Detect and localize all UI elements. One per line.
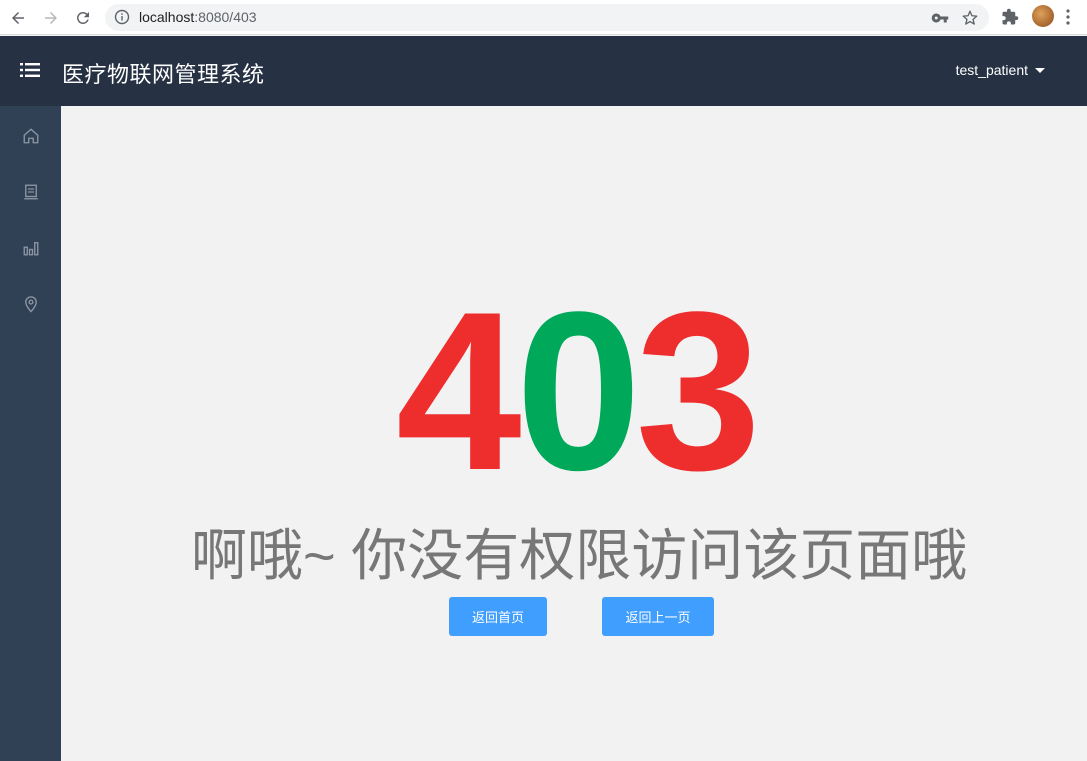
- sidebar-item-records[interactable]: [0, 164, 61, 220]
- go-back-button[interactable]: 返回上一页: [602, 597, 714, 636]
- address-bar[interactable]: localhost:8080/403: [105, 4, 989, 31]
- back-to-home-button[interactable]: 返回首页: [449, 597, 547, 636]
- key-icon[interactable]: [931, 9, 949, 27]
- error-message: 啊哦~ 你没有权限访问该页面哦: [191, 524, 968, 587]
- bar-chart-icon: [23, 242, 38, 256]
- url-host: localhost: [139, 9, 195, 25]
- error-digit-3: 3: [635, 264, 761, 517]
- url-path: :8080/403: [194, 9, 257, 25]
- error-panel: 403 啊哦~ 你没有权限访问该页面哦 返回首页 返回上一页: [71, 116, 1071, 761]
- extensions-puzzle-icon[interactable]: [1001, 8, 1019, 26]
- reload-icon[interactable]: [71, 6, 95, 30]
- home-icon: [23, 128, 38, 144]
- error-code: 403: [396, 278, 761, 504]
- menu-toggle-icon[interactable]: [20, 61, 40, 79]
- user-dropdown[interactable]: test_patient: [956, 62, 1045, 78]
- url-text: localhost:8080/403: [139, 9, 257, 25]
- profile-avatar[interactable]: [1032, 5, 1054, 27]
- sidebar-item-home[interactable]: [0, 108, 61, 164]
- sidebar-item-statistics[interactable]: [0, 220, 61, 276]
- more-menu-icon[interactable]: [1065, 8, 1071, 26]
- username-label: test_patient: [955, 62, 1028, 78]
- back-arrow-icon[interactable]: [6, 6, 30, 30]
- error-digit-1: 4: [396, 264, 522, 517]
- app-header: 医疗物联网管理系统 test_patient: [0, 36, 1087, 106]
- browser-toolbar: localhost:8080/403: [0, 0, 1087, 35]
- main-content: 403 啊哦~ 你没有权限访问该页面哦 返回首页 返回上一页: [61, 106, 1087, 761]
- app-title: 医疗物联网管理系统: [62, 62, 265, 87]
- bookmark-star-icon[interactable]: [961, 9, 979, 27]
- document-icon: [23, 184, 38, 200]
- sidebar: [0, 106, 61, 761]
- error-digit-2: 0: [515, 264, 642, 517]
- location-icon: [24, 296, 37, 313]
- sidebar-item-location[interactable]: [0, 276, 61, 332]
- forward-arrow-icon[interactable]: [39, 6, 63, 30]
- caret-down-icon: [1035, 67, 1045, 73]
- site-info-icon[interactable]: [114, 9, 130, 25]
